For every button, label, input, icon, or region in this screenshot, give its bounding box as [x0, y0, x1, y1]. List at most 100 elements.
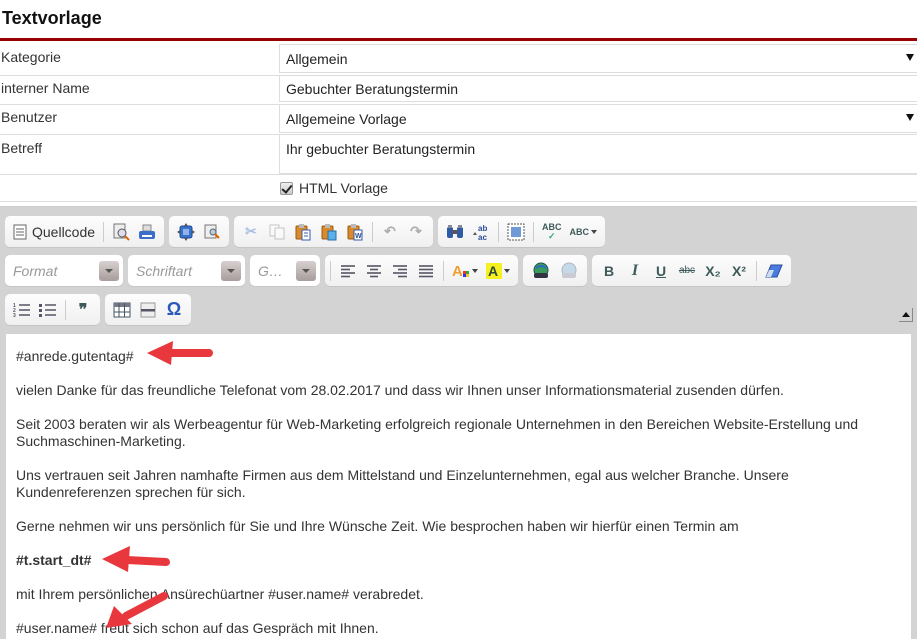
- title-divider: [0, 38, 917, 41]
- annotation-arrow-icon: [147, 341, 213, 365]
- redo-button[interactable]: ↷: [404, 220, 428, 244]
- html-vorlage-checkbox[interactable]: [280, 181, 293, 195]
- toolbar-group-basic-styles: B I U abc X₂ X²: [592, 255, 791, 286]
- svg-text:3: 3: [13, 313, 16, 318]
- paste-button[interactable]: [291, 220, 315, 244]
- unlink-button[interactable]: [556, 259, 582, 283]
- show-blocks-icon: [204, 224, 220, 239]
- chevron-down-icon: [296, 260, 316, 281]
- redo-icon: ↷: [410, 223, 422, 239]
- align-center-icon: [367, 264, 381, 277]
- svg-text:ac: ac: [478, 233, 487, 241]
- bold-button[interactable]: B: [597, 259, 621, 283]
- justify-button[interactable]: [414, 259, 438, 283]
- editor-paragraph: Uns vertrauen seit Jahren namhafte Firme…: [16, 467, 789, 500]
- subscript-icon: X₂: [705, 262, 721, 279]
- special-character-button[interactable]: Ω: [162, 298, 186, 322]
- toolbar-row-1: Quellcode ✂ W ↶ ↷ ab ac ABC ✓ ABC: [5, 216, 606, 247]
- toolbar-row-2: Format Schriftart G… A A B I U abc X₂ X²: [5, 255, 791, 286]
- toolbar-group-links: [523, 255, 587, 286]
- collapse-toolbar-button[interactable]: [899, 308, 913, 322]
- font-placeholder: Schriftart: [136, 262, 193, 279]
- print-button[interactable]: [135, 220, 159, 244]
- remove-format-button[interactable]: [762, 259, 786, 283]
- select-all-icon: [507, 223, 525, 240]
- toolbar-group-view: [169, 216, 230, 247]
- table-button[interactable]: [110, 298, 134, 322]
- undo-button[interactable]: ↶: [378, 220, 402, 244]
- chevron-down-icon: [504, 268, 510, 273]
- horizontal-line-button[interactable]: [136, 298, 160, 322]
- paste-text-button[interactable]: [317, 220, 341, 244]
- editor-paragraph: Gerne nehmen wir uns persönlich für Sie …: [16, 518, 739, 534]
- source-code-button[interactable]: Quellcode: [10, 220, 98, 244]
- blockquote-icon: ❞: [78, 301, 88, 319]
- font-combo[interactable]: Schriftart: [128, 255, 245, 286]
- interner-name-input[interactable]: Gebuchter Beratungstermin: [279, 75, 917, 102]
- paste-text-icon: [321, 223, 337, 240]
- paste-icon: [295, 223, 311, 240]
- align-left-button[interactable]: [336, 259, 360, 283]
- superscript-button[interactable]: X²: [727, 259, 751, 283]
- betreff-textarea[interactable]: Ihr gebuchter Beratungstermin: [279, 134, 917, 174]
- find-button[interactable]: [443, 220, 467, 244]
- toolbar-separator: [443, 260, 444, 281]
- blockquote-button[interactable]: ❞: [71, 298, 95, 322]
- align-right-icon: [393, 264, 407, 277]
- html-vorlage-checkbox-row[interactable]: HTML Vorlage: [280, 180, 388, 196]
- justify-icon: [419, 264, 433, 277]
- undo-icon: ↶: [384, 223, 396, 239]
- form-label-interner-name: interner Name: [1, 80, 90, 96]
- subscript-button[interactable]: X₂: [701, 259, 725, 283]
- row-divider: [0, 174, 917, 175]
- format-placeholder: Format: [13, 262, 58, 279]
- numbered-list-button[interactable]: 123: [10, 298, 34, 322]
- bulleted-list-icon: [39, 303, 56, 317]
- svg-text:A: A: [452, 263, 463, 279]
- spellcheck-as-you-type-button[interactable]: ABC: [567, 220, 601, 244]
- kategorie-select[interactable]: Allgemein: [279, 44, 917, 73]
- svg-text:W: W: [355, 233, 362, 240]
- replace-icon: abac: [473, 224, 487, 241]
- table-icon: [113, 302, 131, 317]
- background-color-icon: A: [486, 262, 502, 279]
- select-all-button[interactable]: [504, 220, 528, 244]
- text-color-button[interactable]: A: [449, 259, 481, 283]
- toolbar-separator: [498, 221, 500, 242]
- toolbar-separator: [533, 221, 535, 242]
- maximize-button[interactable]: [174, 220, 198, 244]
- preview-button[interactable]: [109, 220, 133, 244]
- chevron-down-icon: [221, 260, 241, 281]
- strikethrough-button[interactable]: abc: [675, 259, 699, 283]
- link-icon: [533, 262, 549, 278]
- link-button[interactable]: [528, 259, 554, 283]
- numbered-list-icon: 123: [13, 303, 30, 318]
- kategorie-value: Allgemein: [286, 51, 348, 67]
- toolbar-group-insert: Ω: [105, 294, 191, 325]
- bulleted-list-button[interactable]: [36, 298, 60, 322]
- align-center-button[interactable]: [362, 259, 386, 283]
- chevron-down-icon: [99, 260, 119, 281]
- source-code-icon: [13, 224, 27, 239]
- align-right-button[interactable]: [388, 259, 412, 283]
- font-size-combo[interactable]: G…: [250, 255, 320, 286]
- format-combo[interactable]: Format: [5, 255, 123, 286]
- chevron-down-icon: [591, 229, 598, 234]
- special-character-icon: Ω: [166, 299, 182, 319]
- benutzer-select[interactable]: Allgemeine Vorlage: [279, 104, 917, 133]
- replace-button[interactable]: ab ac: [469, 220, 493, 244]
- editor-paragraph: Seit 2003 beraten wir als Werbeagentur f…: [16, 416, 859, 449]
- background-color-button[interactable]: A: [483, 259, 513, 283]
- spellcheck-button[interactable]: ABC ✓: [539, 220, 565, 244]
- form-label-betreff: Betreff: [1, 140, 42, 156]
- copy-button[interactable]: [265, 220, 289, 244]
- italic-button[interactable]: I: [623, 259, 647, 283]
- cut-button[interactable]: ✂: [239, 220, 263, 244]
- underline-button[interactable]: U: [649, 259, 673, 283]
- toolbar-separator: [330, 260, 331, 281]
- chevron-down-icon: [906, 54, 914, 61]
- copy-icon: [269, 224, 285, 239]
- paste-word-button[interactable]: W: [343, 220, 367, 244]
- toolbar-separator: [756, 260, 757, 281]
- show-blocks-button[interactable]: [200, 220, 224, 244]
